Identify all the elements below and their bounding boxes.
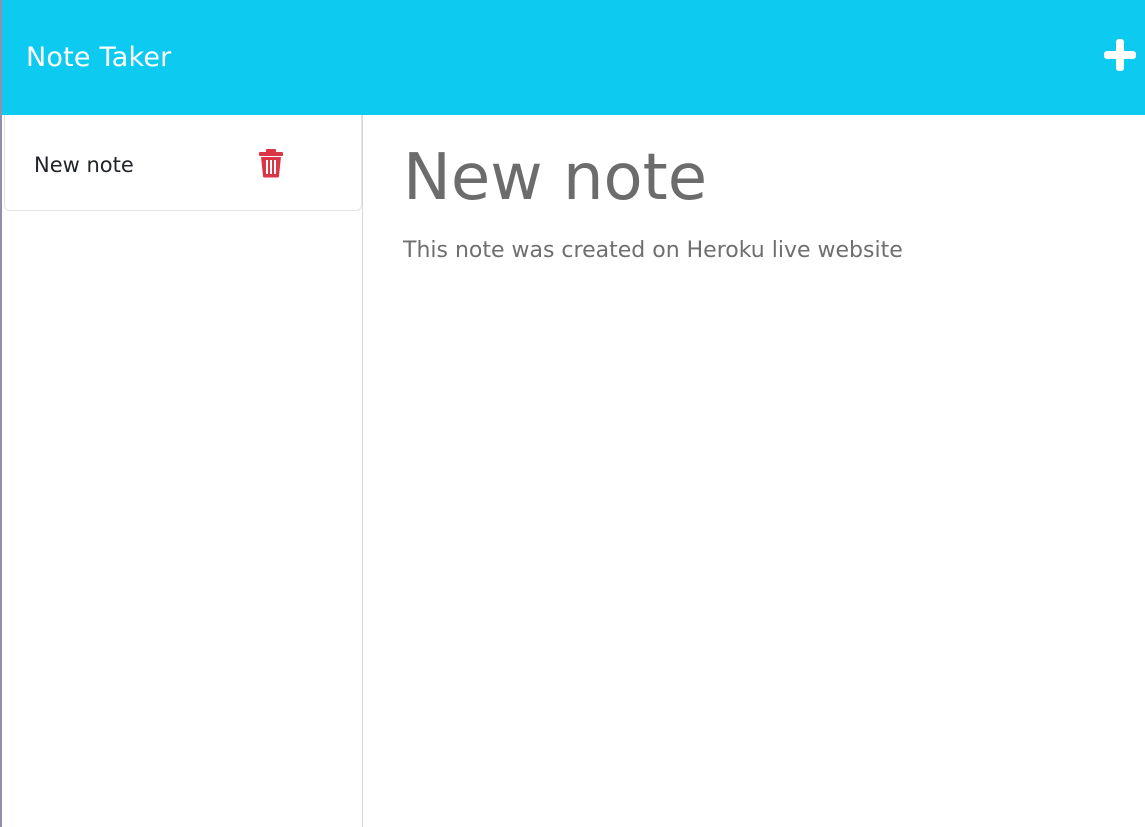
note-editor: This note was created on Heroku live web…: [364, 115, 1145, 827]
app-page: Note Taker New note New note This note w…: [0, 0, 1145, 827]
notes-sidebar: New note: [2, 115, 363, 827]
trash-icon: [259, 149, 283, 178]
plus-icon: [1104, 39, 1136, 71]
note-title-input[interactable]: [403, 137, 1103, 219]
new-note-button[interactable]: [1103, 38, 1137, 72]
delete-note-button[interactable]: [258, 148, 284, 178]
note-list-item-title: New note: [34, 153, 134, 177]
note-list-item[interactable]: New note: [4, 115, 362, 211]
app-title: Note Taker: [26, 42, 172, 73]
top-navbar: Note Taker: [2, 0, 1145, 115]
note-text-area[interactable]: This note was created on Heroku live web…: [403, 233, 1103, 533]
